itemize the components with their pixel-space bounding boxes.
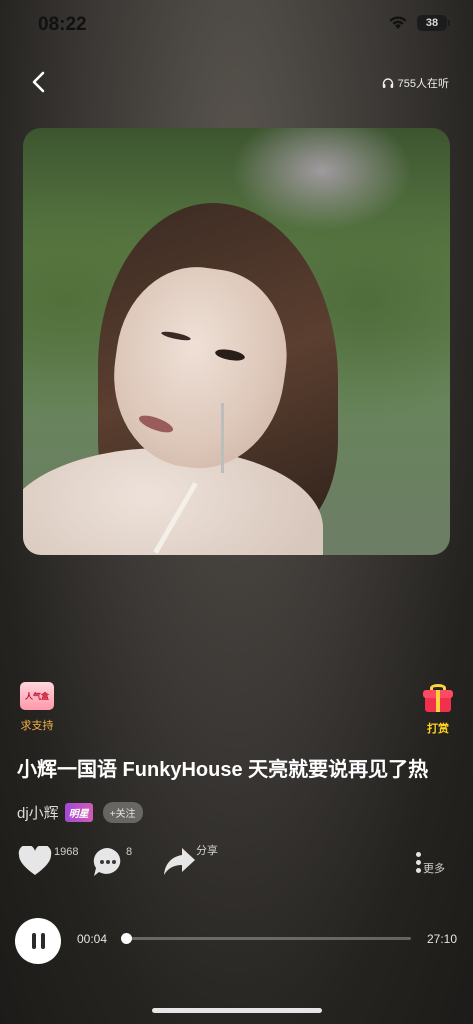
wifi-icon <box>389 16 407 30</box>
artist-row: dj小辉 明星 +关注 <box>17 802 143 823</box>
share-button[interactable]: 分享 <box>162 842 218 878</box>
gift-icon <box>423 684 453 712</box>
song-title: 小辉一国语 FunkyHouse 天亮就要说再见了热 <box>17 759 429 781</box>
listener-count: 755人在听 <box>382 75 449 91</box>
battery-level: 38 <box>425 17 439 29</box>
status-icons: 38 <box>389 15 450 31</box>
chevron-left-icon <box>32 71 45 93</box>
support-label: 求支持 <box>20 720 54 732</box>
total-time: 27:10 <box>426 932 457 946</box>
status-bar: 08:22 38 <box>0 0 473 50</box>
support-badge-text: 人气盒 <box>25 691 49 701</box>
album-cover <box>23 128 450 555</box>
share-arrow-icon <box>164 848 195 875</box>
comment-count: 8 <box>126 846 133 858</box>
reward-label: 打赏 <box>427 723 449 735</box>
reward-button[interactable]: 打赏 <box>423 684 453 736</box>
player-controls: 00:04 27:10 <box>15 916 460 964</box>
battery-icon: 38 <box>417 15 450 31</box>
like-button[interactable]: 1968 <box>18 846 78 876</box>
progress-track[interactable] <box>125 937 411 940</box>
support-button[interactable]: 人气盒 求支持 <box>17 682 57 733</box>
like-count: 1968 <box>54 846 79 858</box>
progress-thumb[interactable] <box>120 933 132 944</box>
pause-icon <box>31 933 36 949</box>
current-time: 00:04 <box>77 932 108 946</box>
comment-button[interactable]: 8 <box>92 846 132 878</box>
artist-name[interactable]: dj小辉 <box>17 802 59 823</box>
more-button[interactable]: 更多 <box>416 852 445 875</box>
home-indicator <box>152 1008 322 1013</box>
back-button[interactable] <box>24 68 52 96</box>
more-label: 更多 <box>423 863 445 875</box>
share-label: 分享 <box>196 845 218 857</box>
pause-button[interactable] <box>15 918 61 964</box>
comment-icon <box>93 847 121 876</box>
headphones-icon <box>382 78 393 88</box>
more-vertical-icon <box>416 852 421 873</box>
listener-count-text: 755人在听 <box>397 78 449 90</box>
follow-button[interactable]: +关注 <box>102 802 143 823</box>
star-badge: 明星 <box>64 803 93 822</box>
heart-icon <box>18 846 52 875</box>
status-time: 08:22 <box>38 14 87 35</box>
popularity-box-icon: 人气盒 <box>20 682 54 710</box>
